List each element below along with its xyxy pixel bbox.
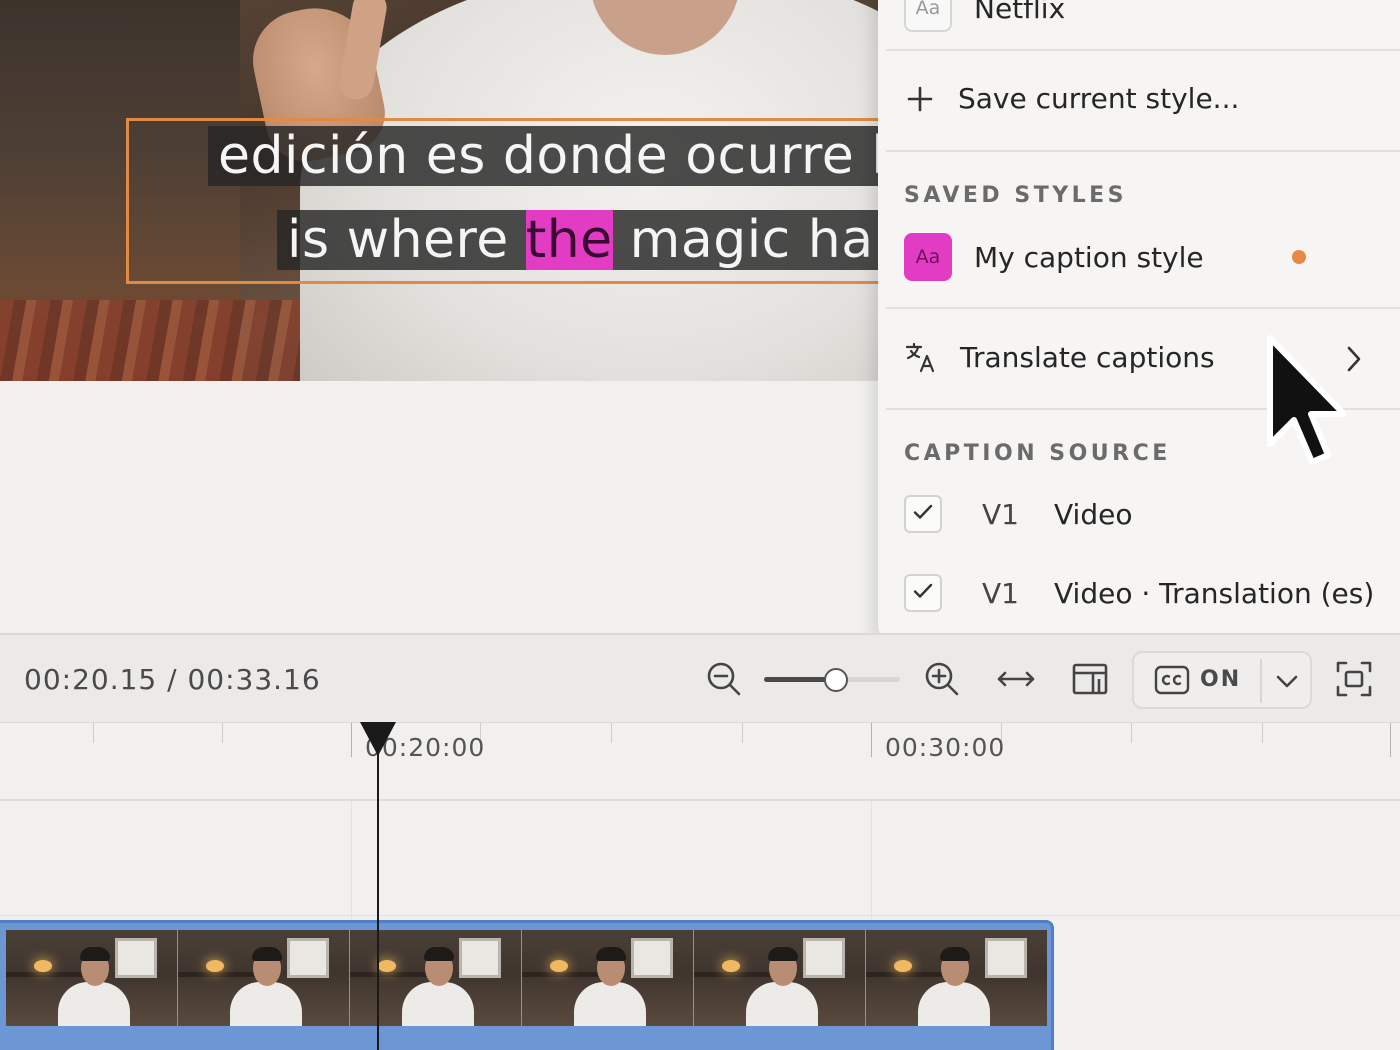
translate-captions-menu-item[interactable]: Translate captions (904, 340, 1215, 374)
timecode-display: 00:20.15 / 00:33.16 (24, 663, 321, 696)
caption-source-item-video[interactable]: V1 Video (904, 495, 1132, 533)
caption-line-1[interactable]: edición es donde ocurre l (208, 126, 878, 186)
menu-item-label: My caption style (974, 240, 1204, 274)
zoom-slider-thumb[interactable] (824, 668, 849, 692)
mouse-cursor-icon (1262, 332, 1347, 476)
clip-thumbnail (866, 930, 1047, 1026)
caption-source-item-translation[interactable]: V1 Video · Translation (es) (904, 574, 1374, 612)
clip-thumbnail (522, 930, 693, 1026)
ruler-tick-major (871, 723, 872, 757)
ruler-tick-major (1390, 723, 1391, 757)
track-divider (0, 915, 1400, 916)
ruler-tick (1131, 723, 1132, 743)
plus-icon (904, 83, 936, 115)
caption-style-menu: Aa Netflix Save current style... SAVED S… (878, 0, 1400, 640)
menu-item-label: Translate captions (960, 340, 1215, 374)
chevron-right-icon (1344, 344, 1364, 378)
playhead-handle[interactable] (360, 722, 396, 756)
section-title-caption-source: CAPTION SOURCE (904, 441, 1171, 466)
ruler-tick (93, 723, 94, 743)
menu-item-label: Save current style... (958, 82, 1240, 115)
grid-line (351, 801, 352, 921)
caption-text: magic hap (612, 210, 878, 270)
playhead-line[interactable] (377, 740, 379, 1050)
caption-text: is where (287, 210, 526, 270)
chevron-down-icon[interactable] (1274, 671, 1300, 695)
menu-separator (886, 307, 1400, 309)
ruler-tick (611, 723, 612, 743)
unsaved-changes-dot (1292, 250, 1306, 264)
menu-item-my-caption-style[interactable]: Aa My caption style (904, 233, 1204, 281)
style-swatch-icon: Aa (904, 233, 952, 281)
source-track-label: V1 (982, 497, 1019, 531)
save-current-style-button[interactable]: Save current style... (904, 82, 1239, 115)
section-title-saved-styles: SAVED STYLES (904, 183, 1128, 208)
source-name: Video (1054, 497, 1133, 531)
source-checkbox[interactable] (904, 574, 942, 612)
grid-line (871, 801, 872, 921)
toggle-divider (1260, 659, 1262, 703)
ruler-tick (742, 723, 743, 743)
translate-icon (904, 340, 938, 374)
source-track-label: V1 (982, 576, 1019, 610)
ruler-tick (1262, 723, 1263, 743)
ruler-tick (222, 723, 223, 743)
captions-state-label: ON (1200, 667, 1242, 692)
menu-item-netflix-style[interactable]: Aa Netflix (904, 0, 1065, 32)
zoom-slider[interactable] (764, 668, 900, 692)
menu-separator (886, 150, 1400, 152)
clip-thumbnail (6, 930, 177, 1026)
menu-separator (886, 49, 1400, 51)
source-checkbox[interactable] (904, 495, 942, 533)
zoom-in-icon[interactable] (922, 659, 962, 699)
source-name: Video · Translation (es) (1054, 576, 1375, 610)
clip-thumbnail (178, 930, 349, 1026)
zoom-out-icon[interactable] (704, 659, 744, 699)
ruler-time-label: 00:30:00 (885, 733, 1006, 762)
layout-icon[interactable] (1070, 659, 1110, 699)
check-icon (911, 577, 935, 610)
timeline-ruler[interactable]: 00:20:00 00:30:00 (0, 723, 1400, 801)
check-icon (911, 498, 935, 531)
timeline-toolbar: 00:20.15 / 00:33.16 ON (0, 633, 1400, 723)
clip-thumbnail (694, 930, 865, 1026)
closed-captions-icon (1154, 665, 1190, 699)
fit-width-icon[interactable] (996, 659, 1036, 699)
video-preview[interactable]: edición es donde ocurre l is where the m… (0, 0, 878, 381)
ruler-tick-major (351, 723, 352, 757)
clip-thumbnail (350, 930, 521, 1026)
video-clip[interactable] (0, 920, 1054, 1050)
caption-line-2[interactable]: is where the magic hap (277, 210, 878, 270)
style-swatch-icon: Aa (904, 0, 952, 32)
menu-item-label: Netflix (974, 0, 1066, 25)
fullscreen-icon[interactable] (1334, 659, 1374, 699)
caption-highlighted-word: the (525, 210, 613, 270)
captions-toggle-group[interactable]: ON (1132, 651, 1312, 709)
